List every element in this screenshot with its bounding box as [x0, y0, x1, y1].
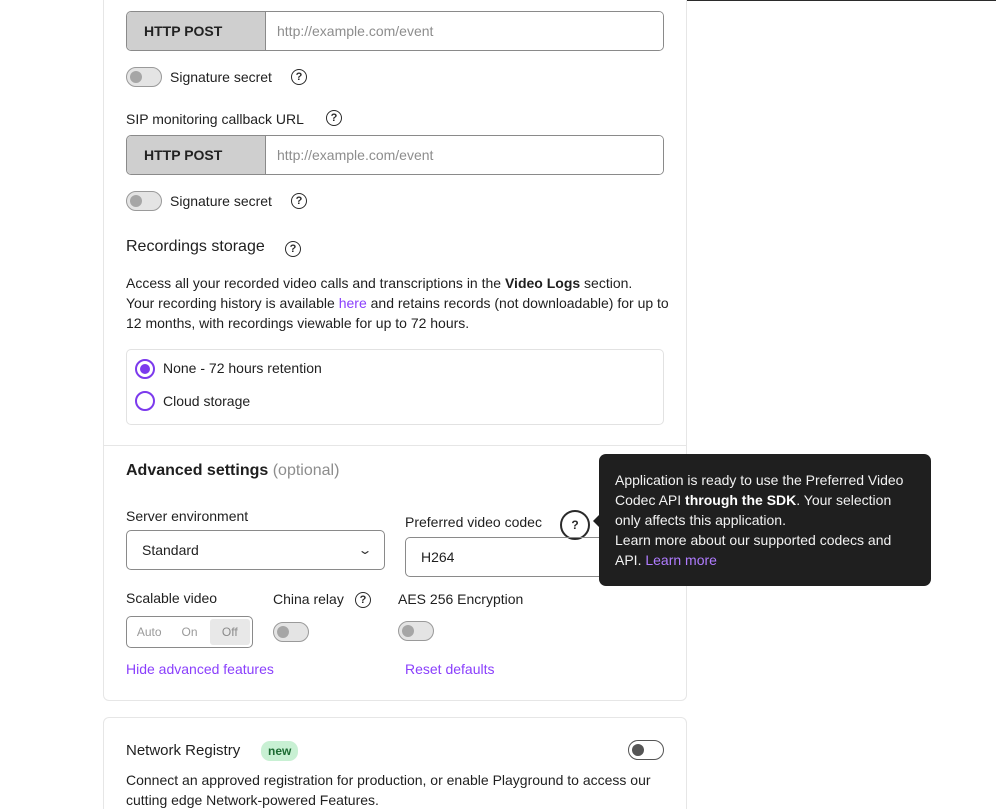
network-registry-card: Network Registry new Connect an approved…	[103, 717, 687, 809]
network-registry-toggle[interactable]	[628, 740, 664, 760]
server-environment-label: Server environment	[126, 508, 249, 524]
recordings-options: None - 72 hours retention Cloud storage	[126, 349, 664, 425]
scalable-on-option[interactable]: On	[169, 619, 209, 645]
tooltip-bold-text: through the SDK	[685, 492, 797, 508]
aes-encryption-toggle[interactable]	[398, 621, 434, 641]
signature-secret-label: Signature secret	[170, 69, 272, 85]
event-url-input[interactable]	[266, 12, 663, 50]
sip-url-row: HTTP POST	[126, 135, 664, 175]
network-registry-title: Network Registry	[126, 742, 241, 759]
desc-text: Your recording history is available	[126, 295, 339, 311]
help-icon[interactable]: ?	[326, 110, 342, 126]
server-environment-select[interactable]: Standard ⌄	[126, 530, 385, 570]
scalable-video-segmented: Auto On Off	[126, 616, 253, 648]
sip-monitoring-label: SIP monitoring callback URL	[126, 111, 304, 127]
advanced-title-text: Advanced settings	[126, 462, 269, 479]
top-border	[686, 0, 996, 1]
scalable-auto-option[interactable]: Auto	[129, 619, 169, 645]
desc-text: section.	[580, 275, 633, 291]
china-relay-label: China relay	[273, 591, 344, 607]
section-divider	[104, 445, 686, 446]
radio-cloud-label: Cloud storage	[163, 393, 251, 409]
signature-secret-toggle[interactable]	[126, 67, 162, 87]
sip-url-input[interactable]	[266, 136, 663, 174]
learn-more-link[interactable]: Learn more	[645, 552, 717, 568]
radio-none-label: None - 72 hours retention	[163, 360, 322, 376]
help-icon[interactable]: ?	[285, 241, 301, 257]
radio-none[interactable]	[135, 359, 155, 379]
scalable-video-label: Scalable video	[126, 590, 218, 606]
codec-value: H264	[421, 549, 455, 565]
help-icon[interactable]: ?	[291, 193, 307, 209]
settings-card: HTTP POST Signature secret ? SIP monitor…	[103, 0, 687, 701]
video-logs-text: Video Logs	[504, 275, 581, 291]
china-relay-toggle[interactable]	[273, 622, 309, 642]
help-icon[interactable]: ?	[355, 592, 371, 608]
codec-help-icon[interactable]: ?	[560, 510, 590, 540]
http-method-label: HTTP POST	[127, 136, 266, 174]
http-method-label: HTTP POST	[127, 12, 266, 50]
help-icon[interactable]: ?	[291, 69, 307, 85]
chevron-down-icon: ⌄	[357, 543, 373, 557]
sip-signature-secret-toggle[interactable]	[126, 191, 162, 211]
hide-advanced-link[interactable]: Hide advanced features	[126, 661, 274, 677]
recordings-storage-title: Recordings storage	[126, 238, 265, 255]
desc-text: Access all your recorded video calls and…	[126, 275, 505, 291]
radio-cloud-storage[interactable]	[135, 391, 155, 411]
aes-encryption-label: AES 256 Encryption	[398, 591, 524, 607]
event-url-row: HTTP POST	[126, 11, 664, 51]
signature-secret-label: Signature secret	[170, 193, 272, 209]
network-registry-description: Connect an approved registration for pro…	[126, 772, 651, 808]
reset-defaults-link[interactable]: Reset defaults	[405, 661, 495, 677]
server-environment-value: Standard	[142, 542, 199, 558]
codec-select[interactable]: H264	[405, 537, 605, 577]
codec-tooltip: Application is ready to use the Preferre…	[599, 454, 931, 586]
new-badge: new	[261, 741, 299, 761]
preferred-codec-label: Preferred video codec	[405, 514, 542, 530]
recordings-description: Access all your recorded video calls and…	[126, 273, 671, 333]
advanced-settings-title: Advanced settings (optional)	[126, 462, 339, 480]
scalable-off-option[interactable]: Off	[209, 619, 250, 645]
optional-text: (optional)	[272, 462, 340, 479]
recording-history-link[interactable]: here	[339, 295, 367, 311]
